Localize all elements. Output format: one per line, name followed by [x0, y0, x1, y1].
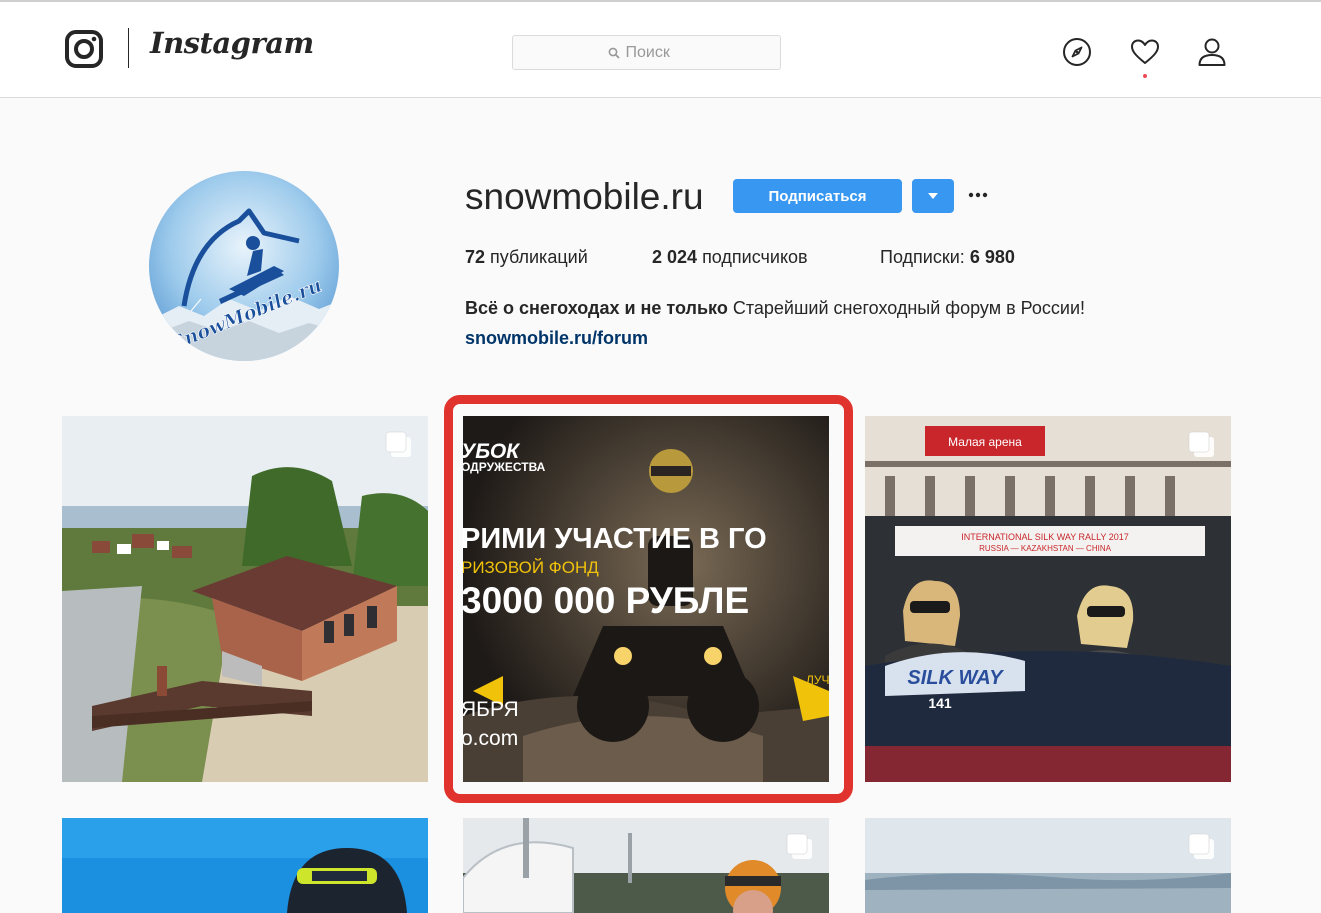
post-tile-4[interactable]	[62, 818, 428, 913]
search-icon	[608, 47, 620, 59]
post-tile-5[interactable]	[463, 818, 829, 913]
following-label: Подписки:	[880, 247, 965, 267]
instagram-glyph-icon[interactable]	[64, 29, 104, 69]
post-tile-3[interactable]: Малая арена INTERNATIONAL SILK WAY RALLY…	[865, 416, 1231, 782]
post-tile-6[interactable]	[865, 818, 1231, 913]
heart-icon[interactable]	[1129, 36, 1161, 68]
photo-plate-text: 141	[928, 695, 952, 711]
photo-plate-text: SILK WAY	[907, 667, 1004, 689]
poster-text-line: ЯБРЯ	[463, 698, 519, 721]
poster-text-line: o.com	[463, 727, 518, 750]
profile-avatar[interactable]: SnowMobile.ru	[149, 171, 339, 361]
poster-text-line: РИМИ УЧАСТИЕ В ГО	[463, 523, 767, 555]
post-image: Малая арена INTERNATIONAL SILK WAY RALLY…	[865, 416, 1231, 782]
avatar-image: SnowMobile.ru	[149, 171, 339, 361]
followers-stat[interactable]: 2 024 подписчиков	[652, 247, 808, 268]
photo-sign-text: Малая арена	[948, 435, 1022, 449]
profile-username: snowmobile.ru	[465, 176, 704, 217]
followers-label: подписчиков	[702, 247, 808, 267]
ellipsis-icon	[968, 192, 988, 198]
multiple-photos-icon	[1188, 431, 1214, 457]
bio-website-link[interactable]: snowmobile.ru/forum	[465, 328, 648, 349]
multiple-photos-icon	[786, 833, 812, 859]
posts-label: публикаций	[490, 247, 588, 267]
bio-name: Всё о снегоходах и не только	[465, 298, 728, 318]
post-image	[865, 818, 1231, 913]
bio-text: Старейший снегоходный форум в России!	[732, 298, 1086, 318]
user-icon[interactable]	[1196, 36, 1228, 68]
post-tile-1[interactable]	[62, 416, 428, 782]
post-image: УБОК ОДРУЖЕСТВА РИМИ УЧАСТИЕ В ГО РИЗОВО…	[463, 416, 829, 782]
multiple-photos-icon	[1188, 833, 1214, 859]
following-stat[interactable]: Подписки: 6 980	[880, 247, 1015, 268]
follow-button[interactable]: Подписаться	[733, 179, 902, 213]
posts-count-stat: 72 публикаций	[465, 247, 588, 268]
suggestions-dropdown-button[interactable]	[912, 179, 954, 213]
multiple-photos-icon	[385, 431, 411, 457]
post-image	[463, 818, 829, 913]
more-options-button[interactable]	[964, 181, 992, 209]
post-image	[62, 416, 428, 782]
poster-text-line: ЛУЧ	[806, 673, 829, 687]
posts-count: 72	[465, 247, 486, 267]
nav-divider	[128, 28, 129, 68]
profile-bio: Всё о снегоходах и не только Старейший с…	[465, 298, 1085, 319]
top-navigation: Instagram	[0, 0, 1321, 98]
following-count: 6 980	[969, 247, 1015, 267]
poster-text-line: ОДРУЖЕСТВА	[463, 460, 546, 474]
compass-icon[interactable]	[1061, 36, 1093, 68]
notification-dot	[1143, 74, 1147, 78]
search-box[interactable]	[512, 35, 781, 70]
post-tile-2[interactable]: УБОК ОДРУЖЕСТВА РИМИ УЧАСТИЕ В ГО РИЗОВО…	[463, 416, 829, 782]
poster-text-line: 3000 000 РУБЛЕ	[463, 580, 749, 621]
instagram-wordmark[interactable]: Instagram	[150, 26, 314, 60]
poster-text-line: РИЗОВОЙ ФОНД	[463, 558, 599, 577]
post-image	[62, 818, 428, 913]
followers-count: 2 024	[652, 247, 698, 267]
photo-banner-text: RUSSIA — KAZAKHSTAN — CHINA	[979, 544, 1112, 553]
search-input[interactable]	[625, 43, 686, 62]
caret-down-icon	[928, 193, 938, 199]
photo-banner-text: INTERNATIONAL SILK WAY RALLY 2017	[961, 532, 1129, 542]
